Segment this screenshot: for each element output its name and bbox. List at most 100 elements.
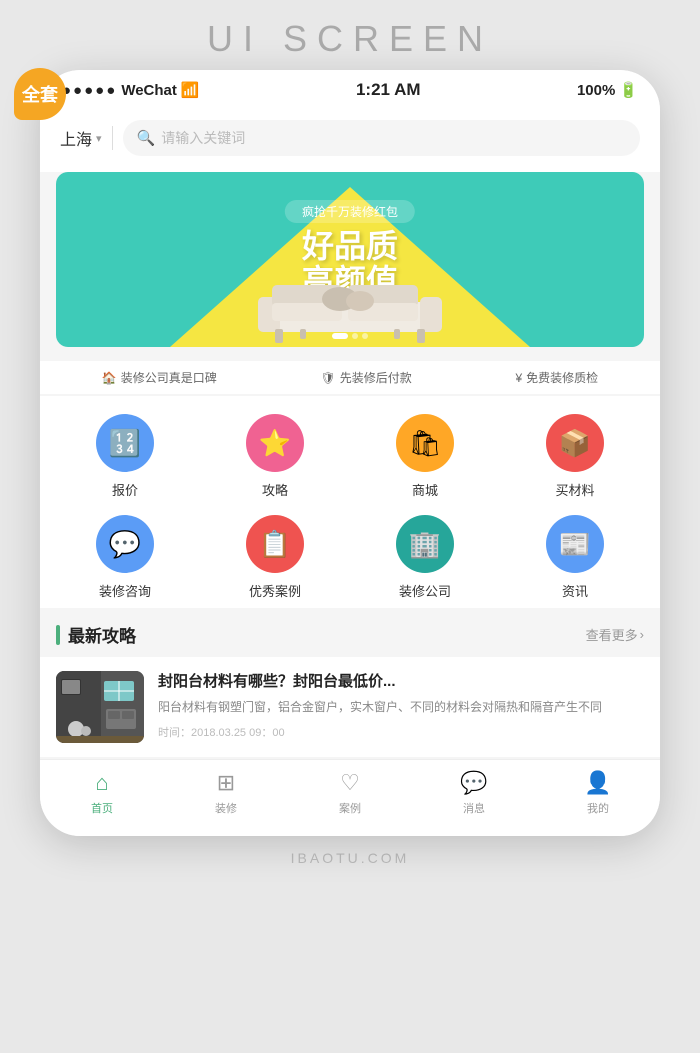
dot-1 — [332, 333, 348, 339]
banner-top-text: 疯抢千万装修红包 — [285, 200, 415, 223]
icon-circle-3: 📦 — [546, 414, 604, 472]
banner-dots — [332, 333, 368, 339]
nav-icon-案例: ♡ — [340, 770, 360, 796]
menu-icon-glyph-2: 🛍 — [408, 428, 441, 459]
icon-circle-1: ⭐ — [246, 414, 304, 472]
nav-label-我的: 我的 — [587, 800, 609, 816]
nav-icon-消息: 💬 — [460, 770, 487, 796]
chevron-right-icon: › — [640, 627, 644, 642]
menu-icon-攻略[interactable]: ⭐ 攻略 — [200, 414, 350, 499]
menu-icon-label-4: 装修咨询 — [99, 581, 151, 600]
icon-circle-5: 📋 — [246, 515, 304, 573]
menu-grid: 🔢 报价 ⭐ 攻略 🛍 商城 📦 买材料 💬 装修咨询 📋 — [40, 396, 660, 608]
menu-icon-商城[interactable]: 🛍 商城 — [350, 414, 500, 499]
menu-icon-装修公司[interactable]: 🏢 装修公司 — [350, 515, 500, 600]
menu-icon-label-6: 装修公司 — [399, 581, 451, 600]
status-right: 100% 🔋 — [577, 81, 638, 99]
carrier-label: WeChat — [121, 82, 177, 99]
time-display: 1:21 AM — [356, 80, 421, 100]
vertical-divider — [112, 126, 113, 150]
shield-icon: 🛡 — [321, 371, 336, 385]
article-text-block: 封阳台材料有哪些？封阳台最低价... 阳台材料有钢塑门窗，铝合金窗户，实木窗户、… — [158, 671, 644, 740]
nav-label-消息: 消息 — [463, 800, 485, 816]
nav-label-案例: 案例 — [339, 800, 361, 816]
search-input-box[interactable]: 🔍 请输入关键词 — [123, 120, 640, 156]
section-header: 最新攻略 查看更多 › — [40, 608, 660, 657]
menu-icon-glyph-3: 📦 — [559, 428, 591, 459]
info-strip: 🏠 装修公司真是口碑 🛡 先装修后付款 ¥ 免费装修质检 — [40, 361, 660, 394]
article-desc: 阳台材料有钢塑门窗，铝合金窗户，实木窗户、不同的材料会对隔热和隔音产生不同 — [158, 698, 644, 716]
article-card[interactable]: 封阳台材料有哪些？封阳台最低价... 阳台材料有钢塑门窗，铝合金窗户，实木窗户、… — [40, 657, 660, 757]
menu-icon-glyph-7: 📰 — [559, 529, 591, 560]
house-icon: 🏠 — [102, 371, 117, 385]
menu-icon-glyph-5: 📋 — [259, 529, 291, 560]
info-item-1: 🏠 装修公司真是口碑 — [102, 369, 217, 386]
nav-item-我的[interactable]: 👤 我的 — [568, 770, 628, 816]
thumb-image — [56, 671, 144, 743]
nav-label-首页: 首页 — [91, 800, 113, 816]
menu-icon-label-5: 优秀案例 — [249, 581, 301, 600]
article-thumbnail — [56, 671, 144, 743]
info-text-1: 装修公司真是口碑 — [121, 369, 217, 386]
nav-item-案例[interactable]: ♡ 案例 — [320, 770, 380, 816]
nav-item-消息[interactable]: 💬 消息 — [444, 770, 504, 816]
section-more-link[interactable]: 查看更多 › — [586, 625, 644, 644]
menu-icon-优秀案例[interactable]: 📋 优秀案例 — [200, 515, 350, 600]
menu-icon-label-3: 买材料 — [555, 480, 594, 499]
promo-banner[interactable]: 疯抢千万装修红包 好品质 高颜值 跟剧星主的家装TOP榜 — [56, 172, 644, 347]
menu-icon-资讯[interactable]: 📰 资讯 — [500, 515, 650, 600]
section-title-block: 最新攻略 — [56, 622, 136, 647]
footer-label: IBAOTU.COM — [291, 850, 410, 866]
dot-3 — [362, 333, 368, 339]
nav-label-装修: 装修 — [215, 800, 237, 816]
menu-icon-买材料[interactable]: 📦 买材料 — [500, 414, 650, 499]
battery-icon: 🔋 — [619, 81, 638, 99]
yuan-icon: ¥ — [515, 371, 522, 385]
nav-item-装修[interactable]: ⊞ 装修 — [196, 770, 256, 816]
status-bar: ●●●●● WeChat 📶 1:21 AM 100% 🔋 — [40, 70, 660, 108]
menu-icon-装修咨询[interactable]: 💬 装修咨询 — [50, 515, 200, 600]
more-text: 查看更多 — [586, 625, 638, 644]
menu-icon-glyph-6: 🏢 — [409, 529, 441, 560]
icon-circle-2: 🛍 — [396, 414, 454, 472]
menu-icon-label-2: 商城 — [412, 480, 438, 499]
city-selector[interactable]: 上海 ▾ — [60, 126, 102, 150]
chevron-down-icon: ▾ — [96, 132, 102, 145]
menu-icon-label-0: 报价 — [112, 480, 138, 499]
info-text-3: 免费装修质检 — [526, 369, 598, 386]
article-title: 封阳台材料有哪些？封阳台最低价... — [158, 671, 644, 692]
article-time: 时间：2018.03.25 09：00 — [158, 724, 644, 740]
wifi-icon: 📶 — [181, 81, 200, 99]
nav-icon-装修: ⊞ — [217, 770, 235, 796]
title-accent-bar — [56, 625, 60, 645]
menu-icon-glyph-4: 💬 — [109, 529, 141, 560]
phone-frame: ●●●●● WeChat 📶 1:21 AM 100% 🔋 上海 ▾ 🔍 请输入… — [40, 70, 660, 836]
badge-quanjiao: 全套 — [14, 68, 66, 120]
icon-circle-7: 📰 — [546, 515, 604, 573]
icon-circle-0: 🔢 — [96, 414, 154, 472]
search-area: 上海 ▾ 🔍 请输入关键词 — [40, 108, 660, 172]
menu-icon-label-1: 攻略 — [262, 480, 288, 499]
nav-icon-首页: ⌂ — [95, 770, 108, 796]
menu-icon-glyph-1: ⭐ — [259, 428, 291, 459]
info-item-2: 🛡 先装修后付款 — [321, 369, 412, 386]
section-title-label: 最新攻略 — [68, 622, 136, 647]
info-item-3: ¥ 免费装修质检 — [515, 369, 598, 386]
search-icon: 🔍 — [137, 129, 156, 147]
search-placeholder: 请输入关键词 — [161, 128, 245, 148]
menu-icon-label-7: 资讯 — [562, 581, 588, 600]
banner-inner: 疯抢千万装修红包 好品质 高颜值 跟剧星主的家装TOP榜 — [56, 172, 644, 347]
menu-icon-报价[interactable]: 🔢 报价 — [50, 414, 200, 499]
menu-icon-glyph-0: 🔢 — [109, 428, 141, 459]
city-label: 上海 — [60, 126, 92, 150]
ui-screen-label: UI SCREEN — [207, 18, 493, 60]
dot-2 — [352, 333, 358, 339]
nav-item-首页[interactable]: ⌂ 首页 — [72, 770, 132, 816]
nav-icon-我的: 👤 — [584, 770, 611, 796]
signal-dots: ●●●●● — [62, 82, 117, 99]
icon-circle-6: 🏢 — [396, 515, 454, 573]
info-text-2: 先装修后付款 — [340, 369, 412, 386]
bottom-nav: ⌂ 首页 ⊞ 装修 ♡ 案例 💬 消息 👤 我的 — [40, 759, 660, 836]
battery-label: 100% — [577, 82, 615, 99]
status-left: ●●●●● WeChat 📶 — [62, 81, 200, 99]
